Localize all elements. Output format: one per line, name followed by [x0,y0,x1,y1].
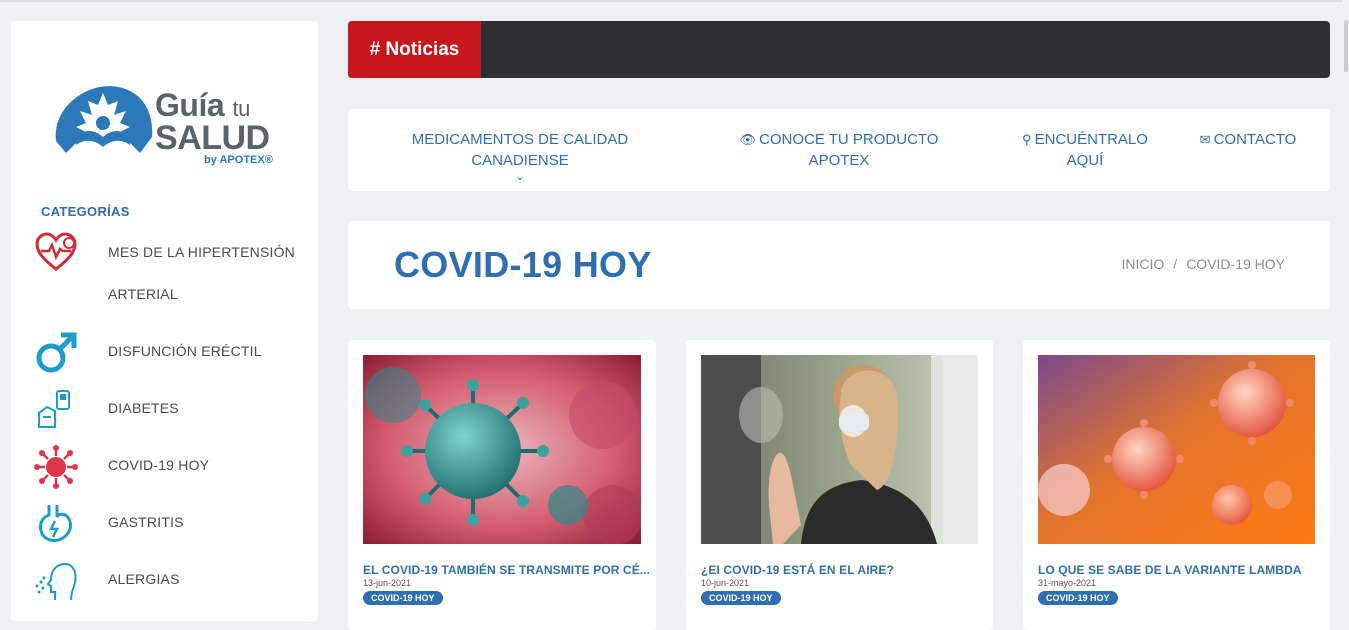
sidebar: Guía tu SALUD by APOTEX® CATEGORÍAS MES … [11,21,318,621]
sidebar-item-disfuncion[interactable]: DISFUNCIÓN ERÉCTIL [11,330,318,374]
article-card[interactable]: EL COVID-19 TAMBIÉN SE TRANSMITE POR CÉ.… [348,340,656,630]
sidebar-item-label: ALERGIAS [108,571,180,587]
maple-leaf-logo-icon [55,86,153,153]
sidebar-item-diabetes[interactable]: DIABETES [11,387,318,431]
sidebar-item-gastritis[interactable]: GASTRITIS [11,501,318,545]
page-header: COVID-19 HOY INICIO / COVID-19 HOY [348,221,1330,309]
main-nav: MEDICAMENTOS DE CALIDAD CANADIENSE ⌄ 👁︎ C… [348,109,1330,191]
article-image[interactable] [1038,355,1315,544]
article-card[interactable]: LO QUE SE SABE DE LA VARIANTE LAMBDA 31-… [1023,340,1330,630]
sidebar-item-alergias[interactable]: ALERGIAS [11,558,318,602]
brand-byline: by APOTEX® [204,154,273,166]
top-border [0,0,1349,2]
glucometer-icon [38,390,70,428]
stomach-icon [39,505,73,543]
nav-label: ENCUÉNTRALO [1034,131,1148,148]
nav-label: CONTACTO [1213,131,1297,148]
allergy-head-icon [35,562,77,601]
article-date: 13-jun-2021 [363,578,412,588]
nav-contacto[interactable]: ✉ CONTACTO [1198,129,1298,150]
article-date: 10-jun-2021 [701,578,750,588]
article-date: 31-mayo-2021 [1038,578,1097,588]
sidebar-item-label: GASTRITIS [108,514,184,530]
virus-icon [34,445,78,489]
nav-conoce-producto[interactable]: 👁︎ CONOCE TU PRODUCTO APOTEX [718,129,960,171]
male-symbol-icon [36,332,77,373]
category-badge[interactable]: COVID-19 HOY [1038,591,1118,605]
article-title[interactable]: EL COVID-19 TAMBIÉN SE TRANSMITE POR CÉ.… [363,563,650,577]
article-image[interactable] [701,355,978,544]
breadcrumb-home-link[interactable]: INICIO [1122,256,1165,272]
brand-name-salud: SALUD [155,119,270,157]
nav-medicamentos[interactable]: MEDICAMENTOS DE CALIDAD CANADIENSE ⌄ [364,129,676,183]
scrollbar-thumb[interactable] [1344,20,1348,72]
sidebar-item-label-line2: ARTERIAL [108,286,178,302]
logo[interactable]: Guía tu SALUD by APOTEX® [48,79,288,189]
page-title: COVID-19 HOY [394,244,652,285]
breadcrumb-current: COVID-19 HOY [1186,256,1285,272]
nav-label: MEDICAMENTOS DE CALIDAD CANADIENSE [411,131,629,169]
sidebar-item-label: DISFUNCIÓN ERÉCTIL [108,343,262,359]
breadcrumb-separator: / [1173,256,1178,272]
categories-heading: CATEGORÍAS [41,204,130,219]
news-header-bar: # Noticias [348,21,1330,78]
article-title[interactable]: LO QUE SE SABE DE LA VARIANTE LAMBDA [1038,563,1302,577]
map-marker-icon: ⚲ [1022,132,1032,147]
nav-encuentralo[interactable]: ⚲ ENCUÉNTRALO AQUÍ [1020,129,1150,171]
sidebar-item-label: DIABETES [108,400,179,416]
chevron-down-icon: ⌄ [515,171,525,183]
article-image[interactable] [363,355,641,544]
envelope-icon: ✉ [1199,132,1211,147]
eye-icon: 👁︎ [739,132,757,147]
article-title[interactable]: ¿EI COVID-19 ESTÁ EN EL AIRE? [701,563,894,577]
sidebar-item-hipertension[interactable]: MES DE LA HIPERTENSIÓN ARTERIAL [11,229,318,313]
nav-label-line2: AQUÍ [1066,152,1104,169]
sidebar-item-label: COVID-19 HOY [108,457,210,473]
category-badge[interactable]: COVID-19 HOY [363,591,443,605]
breadcrumb: INICIO / COVID-19 HOY [1122,256,1285,272]
news-tag[interactable]: # Noticias [348,21,481,78]
heart-pulse-icon [35,232,77,271]
sidebar-item-label: MES DE LA HIPERTENSIÓN [108,244,295,260]
sidebar-item-covid[interactable]: COVID-19 HOY [11,444,318,489]
article-card[interactable]: ¿EI COVID-19 ESTÁ EN EL AIRE? 10-jun-202… [686,340,993,630]
category-badge[interactable]: COVID-19 HOY [701,591,781,605]
scrollbar[interactable] [1343,0,1349,615]
nav-label: CONOCE TU PRODUCTO APOTEX [759,131,939,169]
